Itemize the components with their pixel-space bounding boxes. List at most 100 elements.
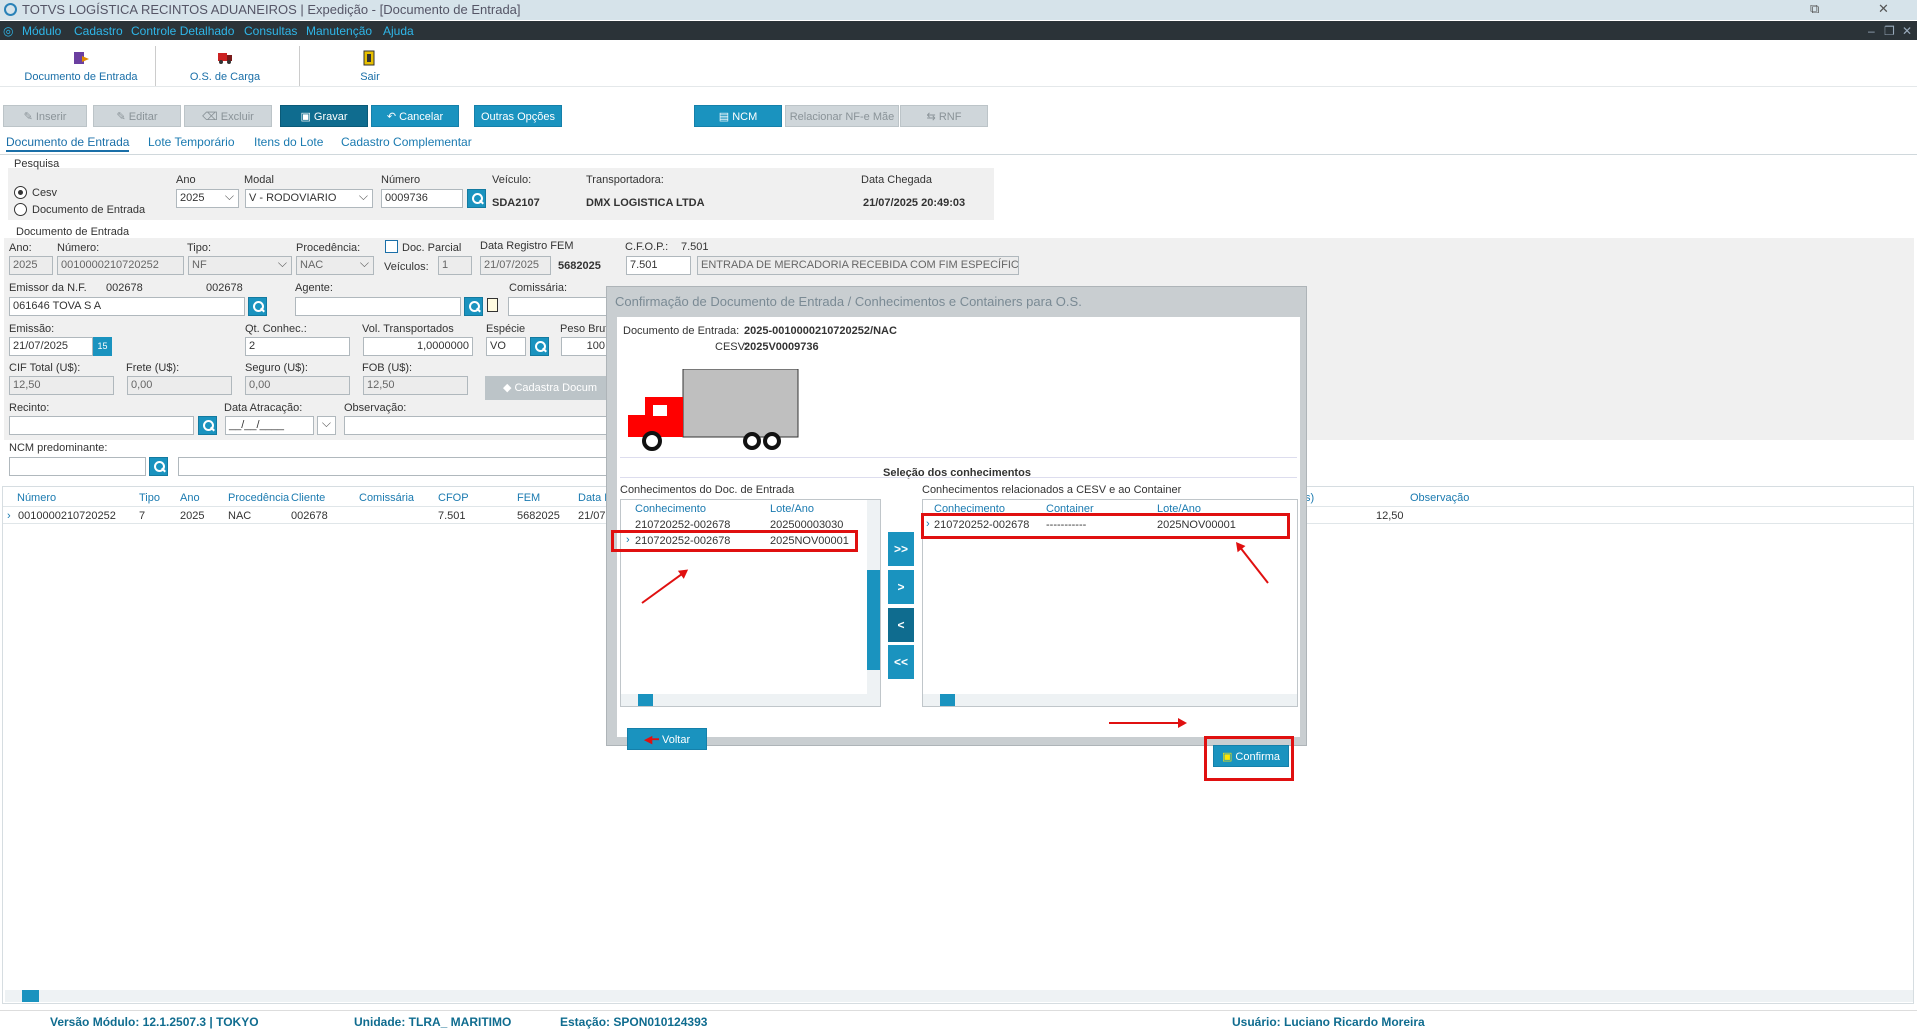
numero-input[interactable]: 0009736 <box>381 189 463 208</box>
search-agente-icon[interactable] <box>464 297 483 316</box>
excluir-button[interactable]: ⌫ Excluir <box>184 105 272 127</box>
observacao-input[interactable] <box>344 416 609 435</box>
frete-input[interactable]: 0,00 <box>127 376 232 395</box>
grid-header-cliente[interactable]: Cliente <box>291 492 325 504</box>
grid-header-tipo[interactable]: Tipo <box>139 492 160 504</box>
ano-select[interactable]: 2025 <box>176 189 239 208</box>
menu-ajuda[interactable]: Ajuda <box>383 24 414 38</box>
cell-ano: 2025 <box>180 510 205 522</box>
doc-parcial-checkbox[interactable] <box>385 240 398 253</box>
close-child-icon[interactable]: ✕ <box>1902 24 1912 38</box>
left-header-lote[interactable]: Lote/Ano <box>770 503 814 515</box>
especie-input[interactable]: VO <box>486 337 526 356</box>
tab-lote-temporario[interactable]: Lote Temporário <box>148 135 235 149</box>
radio-documento-entrada[interactable] <box>14 203 27 216</box>
procedencia-select[interactable]: NAC <box>296 256 374 275</box>
new-document-icon[interactable] <box>487 298 498 312</box>
search-especie-icon[interactable] <box>530 337 549 356</box>
menu-consultas[interactable]: Consultas <box>244 24 297 38</box>
modal-select[interactable]: V - RODOVIARIO <box>245 189 373 208</box>
left-hscroll-thumb[interactable] <box>638 694 653 706</box>
toolbar-doc-entrada[interactable]: Documento de Entrada <box>16 40 146 90</box>
move-all-left-button[interactable]: << <box>888 645 914 679</box>
voltar-button[interactable]: ◀━ Voltar <box>627 728 707 750</box>
menu-manutencao[interactable]: Manutenção <box>306 24 372 38</box>
ncm-button[interactable]: ▤ NCM <box>694 105 782 127</box>
editar-button[interactable]: ✎ Editar <box>93 105 181 127</box>
relacionar-nfe-button[interactable]: Relacionar NF-e Mãe <box>785 105 899 127</box>
grid-header-comissaria[interactable]: Comissária <box>359 492 414 504</box>
search-numero-icon[interactable] <box>467 189 486 208</box>
right-hscroll-thumb[interactable] <box>940 694 955 706</box>
veiculos-label: Veículos: <box>384 261 429 273</box>
tab-documento-entrada[interactable]: Documento de Entrada <box>6 135 130 152</box>
tab-itens-lote[interactable]: Itens do Lote <box>254 135 323 149</box>
doc-ano-input[interactable]: 2025 <box>9 256 53 275</box>
inserir-button[interactable]: ✎ Inserir <box>3 105 87 127</box>
right-horizontal-scrollbar[interactable] <box>923 694 1297 706</box>
agente-input[interactable] <box>295 297 461 316</box>
rnf-button[interactable]: ⇆ RNF <box>900 105 988 127</box>
search-recinto-icon[interactable] <box>198 416 217 435</box>
data-atracacao-input[interactable]: __/__/____ <box>225 416 314 435</box>
toolbar-os-carga[interactable]: O.S. de Carga <box>160 40 290 90</box>
seguro-input[interactable]: 0,00 <box>245 376 350 395</box>
doc-numero-input[interactable]: 0010000210720252 <box>57 256 184 275</box>
grid-header-cfop[interactable]: CFOP <box>438 492 469 504</box>
status-versao: Versão Módulo: 12.1.2507.3 | TOKYO <box>50 1015 259 1029</box>
grid-header-fem[interactable]: FEM <box>517 492 540 504</box>
minimize-icon[interactable]: – <box>1868 24 1875 38</box>
left-list-title: Conhecimentos do Doc. de Entrada <box>620 484 795 496</box>
tab-cadastro-complementar[interactable]: Cadastro Complementar <box>341 135 472 149</box>
grid-header-numero[interactable]: Número <box>17 492 56 504</box>
grid-header-ano[interactable]: Ano <box>180 492 200 504</box>
qt-conhec-input[interactable]: 2 <box>245 337 350 356</box>
peso-label: Peso Brut <box>560 323 609 335</box>
menu-bar: ◎ Módulo Cadastro Controle Detalhado Con… <box>0 21 1917 40</box>
menu-modulo[interactable]: Módulo <box>22 24 61 38</box>
menu-cadastro[interactable]: Cadastro <box>74 24 123 38</box>
data-atracacao-dropdown[interactable] <box>317 416 336 435</box>
radio-cesv[interactable] <box>14 186 27 199</box>
cif-label: CIF Total (U$): <box>9 362 81 374</box>
search-emissor-icon[interactable] <box>248 297 267 316</box>
grid-header-observacao[interactable]: Observação <box>1410 492 1469 504</box>
emissao-input[interactable]: 21/07/2025 <box>9 337 93 356</box>
cif-input[interactable]: 12,50 <box>9 376 114 395</box>
move-all-right-button[interactable]: >> <box>888 532 914 566</box>
tipo-select[interactable]: NF <box>188 256 292 275</box>
grid-horizontal-scrollbar[interactable] <box>5 990 1913 1002</box>
recinto-input[interactable] <box>9 416 194 435</box>
ncm-predominante-input[interactable] <box>9 457 146 476</box>
cadastra-documento-button[interactable]: ◆ Cadastra Docum <box>485 376 615 400</box>
left-scroll-thumb[interactable] <box>867 570 880 670</box>
move-left-button[interactable]: < <box>888 608 914 642</box>
emissor-input[interactable]: 061646 TOVA S A <box>9 297 245 316</box>
menu-controle-detalhado[interactable]: Controle Detalhado <box>131 24 234 38</box>
grid-scroll-thumb[interactable] <box>22 990 39 1002</box>
cfop-input[interactable]: 7.501 <box>626 256 691 275</box>
restore-child-icon[interactable]: ❐ <box>1884 24 1895 38</box>
veiculos-input[interactable]: 1 <box>438 256 472 275</box>
vol-input[interactable]: 1,0000000 <box>363 337 473 356</box>
grid-header-procedencia[interactable]: Procedência <box>228 492 289 504</box>
left-header-conhecimento[interactable]: Conhecimento <box>635 503 706 515</box>
move-right-button[interactable]: > <box>888 570 914 604</box>
app-menu-icon[interactable]: ◎ <box>3 24 13 38</box>
fob-input[interactable]: 12,50 <box>363 376 468 395</box>
left-horizontal-scrollbar[interactable] <box>621 694 867 706</box>
cancelar-button[interactable]: ↶ Cancelar <box>371 105 459 127</box>
gravar-button[interactable]: ▣ Gravar <box>280 105 368 127</box>
data-fem-input[interactable]: 21/07/2025 <box>480 256 551 275</box>
close-icon[interactable]: ✕ <box>1878 1 1889 17</box>
dialog-divider <box>620 477 1297 478</box>
seguro-label: Seguro (U$): <box>245 362 308 374</box>
confirma-button[interactable]: ▣ Confirma <box>1213 745 1289 767</box>
peso-input[interactable]: 100 <box>561 337 609 356</box>
comissaria-input[interactable] <box>508 297 608 316</box>
calendar-icon[interactable]: 15 <box>93 337 112 356</box>
outras-opcoes-button[interactable]: Outras Opções <box>474 105 562 127</box>
restore-icon[interactable]: ⧉ <box>1810 1 1819 17</box>
search-ncm-icon[interactable] <box>149 457 168 476</box>
toolbar-sair[interactable]: Sair <box>330 40 410 90</box>
